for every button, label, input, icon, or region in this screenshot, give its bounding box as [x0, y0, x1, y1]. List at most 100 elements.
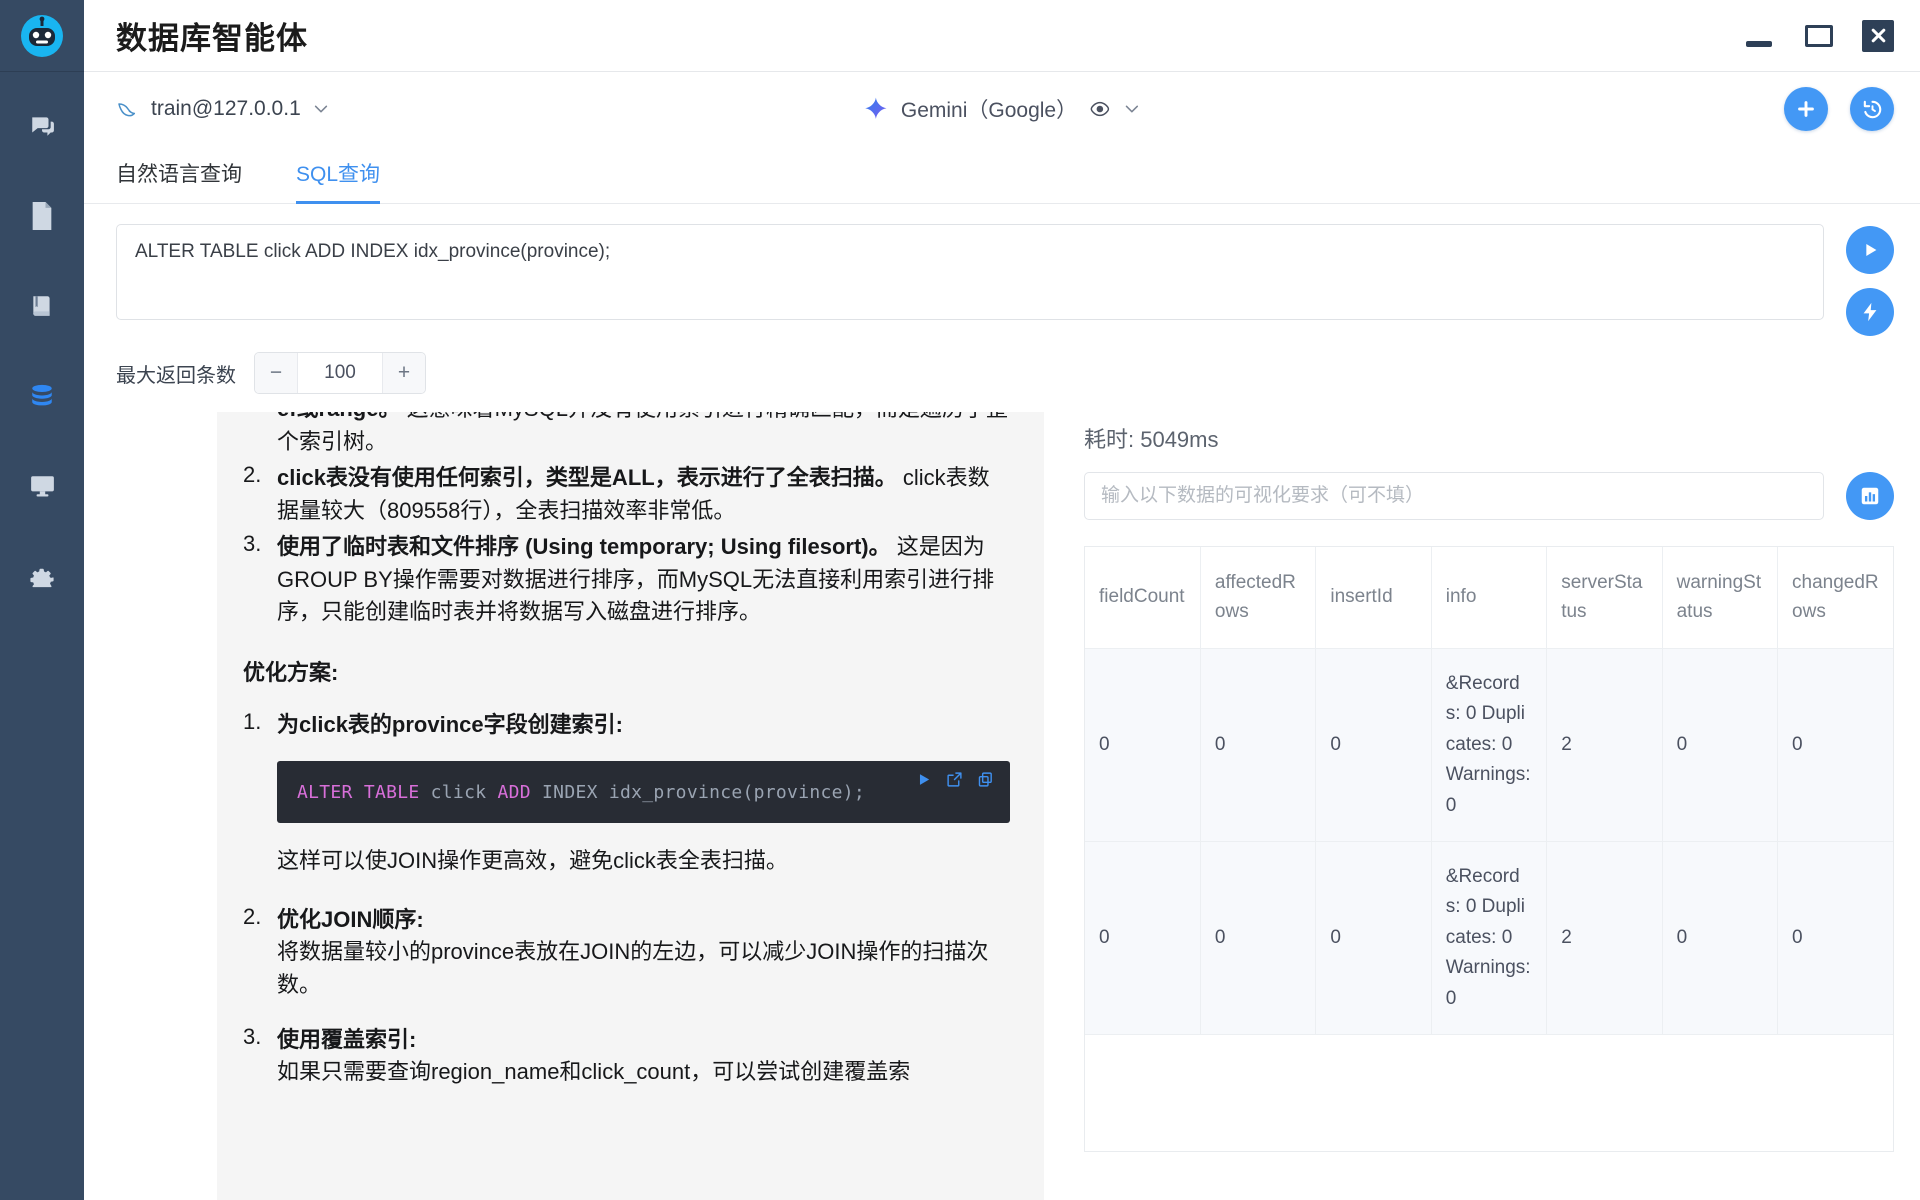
table-row[interactable]: 0 0 0 &Records: 0 Duplicates: 0 Warnings… [1085, 841, 1893, 1034]
model-selector[interactable]: Gemini（Google） [863, 94, 1141, 124]
page-title: 数据库智能体 [116, 13, 308, 58]
sql-editor-row [84, 204, 1920, 336]
table-row[interactable]: 0 0 0 &Records: 0 Duplicates: 0 Warnings… [1085, 649, 1893, 842]
limit-decrease-button[interactable]: − [255, 353, 297, 393]
solution-heading: 优化方案: [243, 655, 1010, 687]
cell-info: &Records: 0 Duplicates: 0 Warnings: 0 [1431, 649, 1546, 842]
optimize-sql-button[interactable] [1846, 288, 1894, 336]
query-tabs: 自然语言查询 SQL查询 [84, 146, 1920, 204]
column-header-fieldcount[interactable]: fieldCount [1085, 547, 1200, 649]
book-icon [29, 293, 55, 319]
list-item: 2. 优化JOIN顺序: 将数据量较小的province表放在JOIN的左边，可以… [243, 904, 1010, 1002]
list-text: click表没有使用任何索引，类型是ALL，表示进行了全表扫描。 click表数… [277, 462, 1010, 527]
history-icon [1861, 98, 1884, 121]
new-session-button[interactable] [1784, 87, 1828, 131]
run-sql-button[interactable] [1846, 226, 1894, 274]
tab-sql[interactable]: SQL查询 [296, 158, 380, 204]
code-open-button[interactable] [946, 771, 963, 788]
problem-list: ef或range。 这意味着MySQL并没有使用索引进行精确匹配，而是遍历了整个… [243, 412, 1010, 629]
connection-selector[interactable]: train@127.0.0.1 [116, 97, 330, 121]
chevron-down-icon [1123, 100, 1141, 118]
answer-pane: ef或range。 这意味着MySQL并没有使用索引进行精确匹配，而是遍历了整个… [84, 412, 1044, 1200]
limit-value[interactable]: 100 [297, 353, 383, 393]
answer-scroll: ef或range。 这意味着MySQL并没有使用索引进行精确匹配，而是遍历了整个… [243, 412, 1010, 1089]
sidebar-item-document[interactable] [19, 196, 65, 236]
code-ident: click [420, 782, 498, 803]
main-area: 数据库智能体 train@127.0.0.1 [84, 0, 1920, 1200]
column-header-insertid[interactable]: insertId [1316, 547, 1431, 649]
minimize-button[interactable] [1742, 19, 1776, 53]
model-label: Gemini（Google） [901, 94, 1077, 124]
list-number: 1. [243, 709, 277, 742]
code-copy-button[interactable] [977, 771, 994, 788]
sidebar [0, 0, 84, 1200]
app-window: 数据库智能体 train@127.0.0.1 [0, 0, 1920, 1200]
tab-natural-language[interactable]: 自然语言查询 [116, 158, 242, 204]
result-pane: 耗时: 5049ms [1044, 412, 1894, 1200]
visualization-row [1084, 472, 1894, 520]
content-split: ef或range。 这意味着MySQL并没有使用索引进行精确匹配，而是遍历了整个… [84, 412, 1920, 1200]
sidebar-item-monitor[interactable] [19, 466, 65, 506]
cell-affectedrows: 0 [1200, 649, 1315, 842]
result-table-head: fieldCount affectedRows insertId info se… [1085, 547, 1893, 649]
list-item: 1. 为click表的province字段创建索引: [243, 709, 1010, 742]
elapsed-time: 耗时: 5049ms [1084, 422, 1894, 454]
solution-list-2: 2. 优化JOIN顺序: 将数据量较小的province表放在JOIN的左边，可以… [243, 904, 1010, 1089]
window-controls [1742, 19, 1920, 53]
eye-icon [1089, 99, 1111, 119]
cell-serverstatus: 2 [1547, 841, 1662, 1034]
lightning-icon [1859, 301, 1881, 323]
column-header-changedrows[interactable]: changedRows [1778, 547, 1893, 649]
sql-input[interactable] [116, 224, 1824, 320]
list-item: ef或range。 这意味着MySQL并没有使用索引进行精确匹配，而是遍历了整个… [243, 412, 1010, 458]
maximize-button[interactable] [1802, 19, 1836, 53]
column-header-warningstatus[interactable]: warningStatus [1662, 547, 1777, 649]
list-text: ef或range。 这意味着MySQL并没有使用索引进行精确匹配，而是遍历了整个… [277, 412, 1010, 458]
robot-logo-icon [20, 14, 64, 58]
play-icon [915, 771, 932, 788]
result-table-body: 0 0 0 &Records: 0 Duplicates: 0 Warnings… [1085, 649, 1893, 1035]
play-icon [1859, 239, 1881, 261]
history-button[interactable] [1850, 87, 1894, 131]
plus-icon [1795, 98, 1817, 120]
list-number: 3. [243, 1024, 277, 1089]
solution-body: 将数据量较小的province表放在JOIN的左边，可以减少JOIN操作的扫描次… [277, 939, 988, 997]
list-number [243, 412, 277, 458]
monitor-icon [29, 473, 56, 499]
column-header-affectedrows[interactable]: affectedRows [1200, 547, 1315, 649]
cell-changedrows: 0 [1778, 649, 1893, 842]
close-button[interactable] [1862, 20, 1894, 52]
gear-icon [29, 563, 55, 589]
list-number: 2. [243, 904, 277, 1002]
cell-insertid: 0 [1316, 649, 1431, 842]
list-number: 3. [243, 531, 277, 629]
chat-icon [29, 113, 55, 139]
answer-card[interactable]: ef或range。 这意味着MySQL并没有使用索引进行精确匹配，而是遍历了整个… [217, 412, 1044, 1200]
table-header-row: fieldCount affectedRows insertId info se… [1085, 547, 1893, 649]
code-run-button[interactable] [915, 771, 932, 788]
app-logo [0, 0, 84, 72]
sidebar-item-database[interactable] [19, 376, 65, 416]
column-header-info[interactable]: info [1431, 547, 1546, 649]
code-actions [915, 771, 994, 788]
external-link-icon [946, 771, 963, 788]
sql-code-block[interactable]: ALTER TABLE click ADD INDEX idx_province… [277, 761, 1010, 823]
cell-insertid: 0 [1316, 841, 1431, 1034]
close-icon [1870, 27, 1887, 44]
database-icon [29, 383, 55, 409]
solution-title: 优化JOIN顺序: [277, 907, 424, 932]
sidebar-item-knowledge[interactable] [19, 286, 65, 326]
sidebar-item-chat[interactable] [19, 106, 65, 146]
toolbar: train@127.0.0.1 Gemini（Google） [84, 72, 1920, 146]
sidebar-item-settings[interactable] [19, 556, 65, 596]
column-header-serverstatus[interactable]: serverStatus [1547, 547, 1662, 649]
sparkle-icon [863, 96, 889, 122]
generate-chart-button[interactable] [1846, 472, 1894, 520]
limit-increase-button[interactable]: + [383, 353, 425, 393]
dolphin-icon [116, 98, 140, 120]
list-item: 2. click表没有使用任何索引，类型是ALL，表示进行了全表扫描。 clic… [243, 462, 1010, 527]
code-text: ALTER TABLE click ADD INDEX idx_province… [297, 782, 865, 803]
copy-icon [977, 771, 994, 788]
visualization-input[interactable] [1084, 472, 1824, 520]
result-table-wrap[interactable]: fieldCount affectedRows insertId info se… [1084, 546, 1894, 1152]
